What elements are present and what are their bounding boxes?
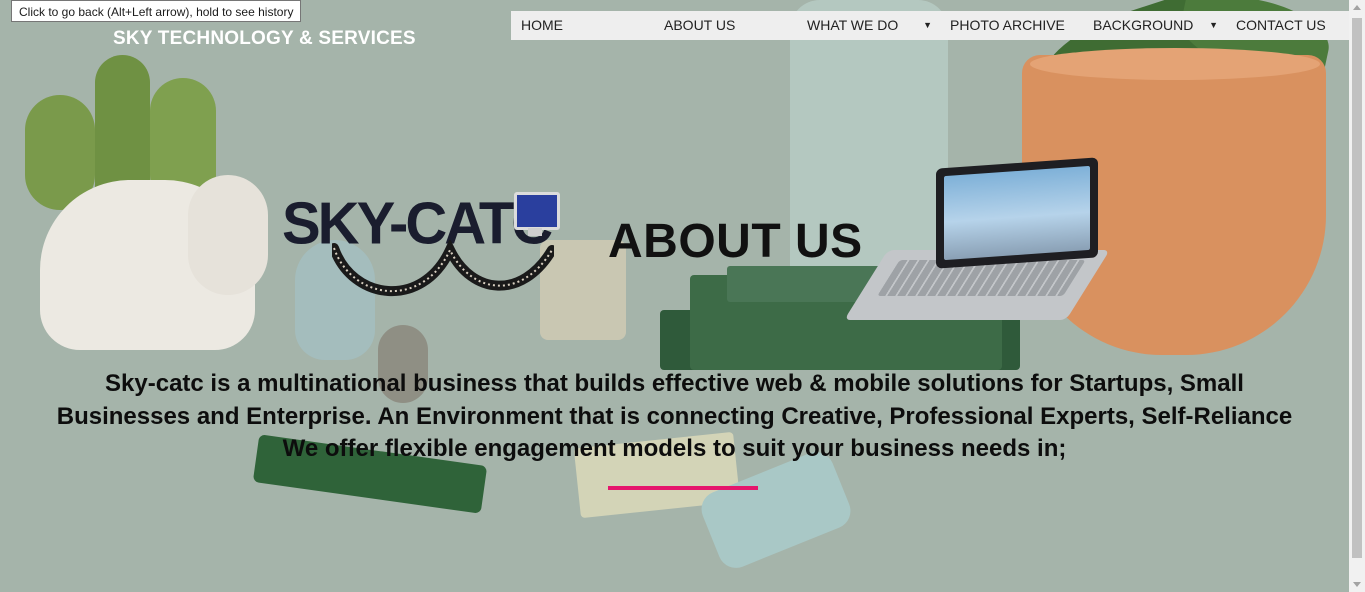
hero-background-image (0, 0, 1349, 592)
terracotta-pot-rim-decoration (1030, 48, 1320, 80)
caret-down-icon[interactable]: ▼ (1209, 11, 1218, 40)
sky-catc-logo: SKY-CATC (282, 190, 560, 315)
nav-item-label: HOME (521, 17, 563, 33)
page-title: ABOUT US (608, 215, 863, 268)
title-accent-underline (608, 486, 758, 490)
nav-item-background[interactable]: BACKGROUND ▼ (1083, 11, 1226, 40)
scrollbar-thumb[interactable] (1352, 18, 1362, 558)
laptop-screen-image (936, 157, 1098, 269)
description-line: Businesses and Enterprise. An Environmen… (56, 402, 1293, 430)
site-brand-title[interactable]: SKY TECHNOLOGY & SERVICES (113, 28, 416, 50)
nav-item-photo-archive[interactable]: PHOTO ARCHIVE (940, 11, 1083, 40)
nav-item-what-we-do[interactable]: WHAT WE DO ▼ (797, 11, 940, 40)
back-button-tooltip: Click to go back (Alt+Left arrow), hold … (11, 0, 302, 22)
nav-item-label: PHOTO ARCHIVE (950, 17, 1065, 33)
vertical-scrollbar[interactable] (1349, 0, 1365, 592)
monitor-stand-icon (528, 228, 542, 236)
nav-item-about-us[interactable]: ABOUT US (654, 11, 797, 40)
description-line: We offer flexible engagement models to s… (282, 435, 1067, 462)
scroll-down-arrow-icon[interactable] (1353, 582, 1361, 587)
nav-item-label: CONTACT US (1236, 17, 1326, 33)
computer-monitor-icon (514, 192, 560, 230)
description-line: Sky-catc is a multinational business tha… (105, 370, 1244, 397)
logo-swoosh-icon (332, 240, 554, 296)
laptop-display (944, 165, 1090, 261)
caret-down-icon[interactable]: ▼ (923, 11, 932, 40)
nav-item-label: ABOUT US (664, 17, 736, 33)
nav-item-label: WHAT WE DO (807, 17, 899, 33)
scroll-up-arrow-icon[interactable] (1353, 5, 1361, 10)
elephant-head-decoration (188, 175, 268, 295)
nav-item-home[interactable]: HOME (511, 11, 654, 40)
about-description: Sky-catc is a multinational business tha… (0, 368, 1349, 466)
main-navbar: HOME ABOUT US WHAT WE DO ▼ PHOTO ARCHIVE… (511, 11, 1349, 40)
nav-item-label: BACKGROUND (1093, 17, 1194, 33)
nav-item-contact-us[interactable]: CONTACT US (1226, 11, 1349, 40)
